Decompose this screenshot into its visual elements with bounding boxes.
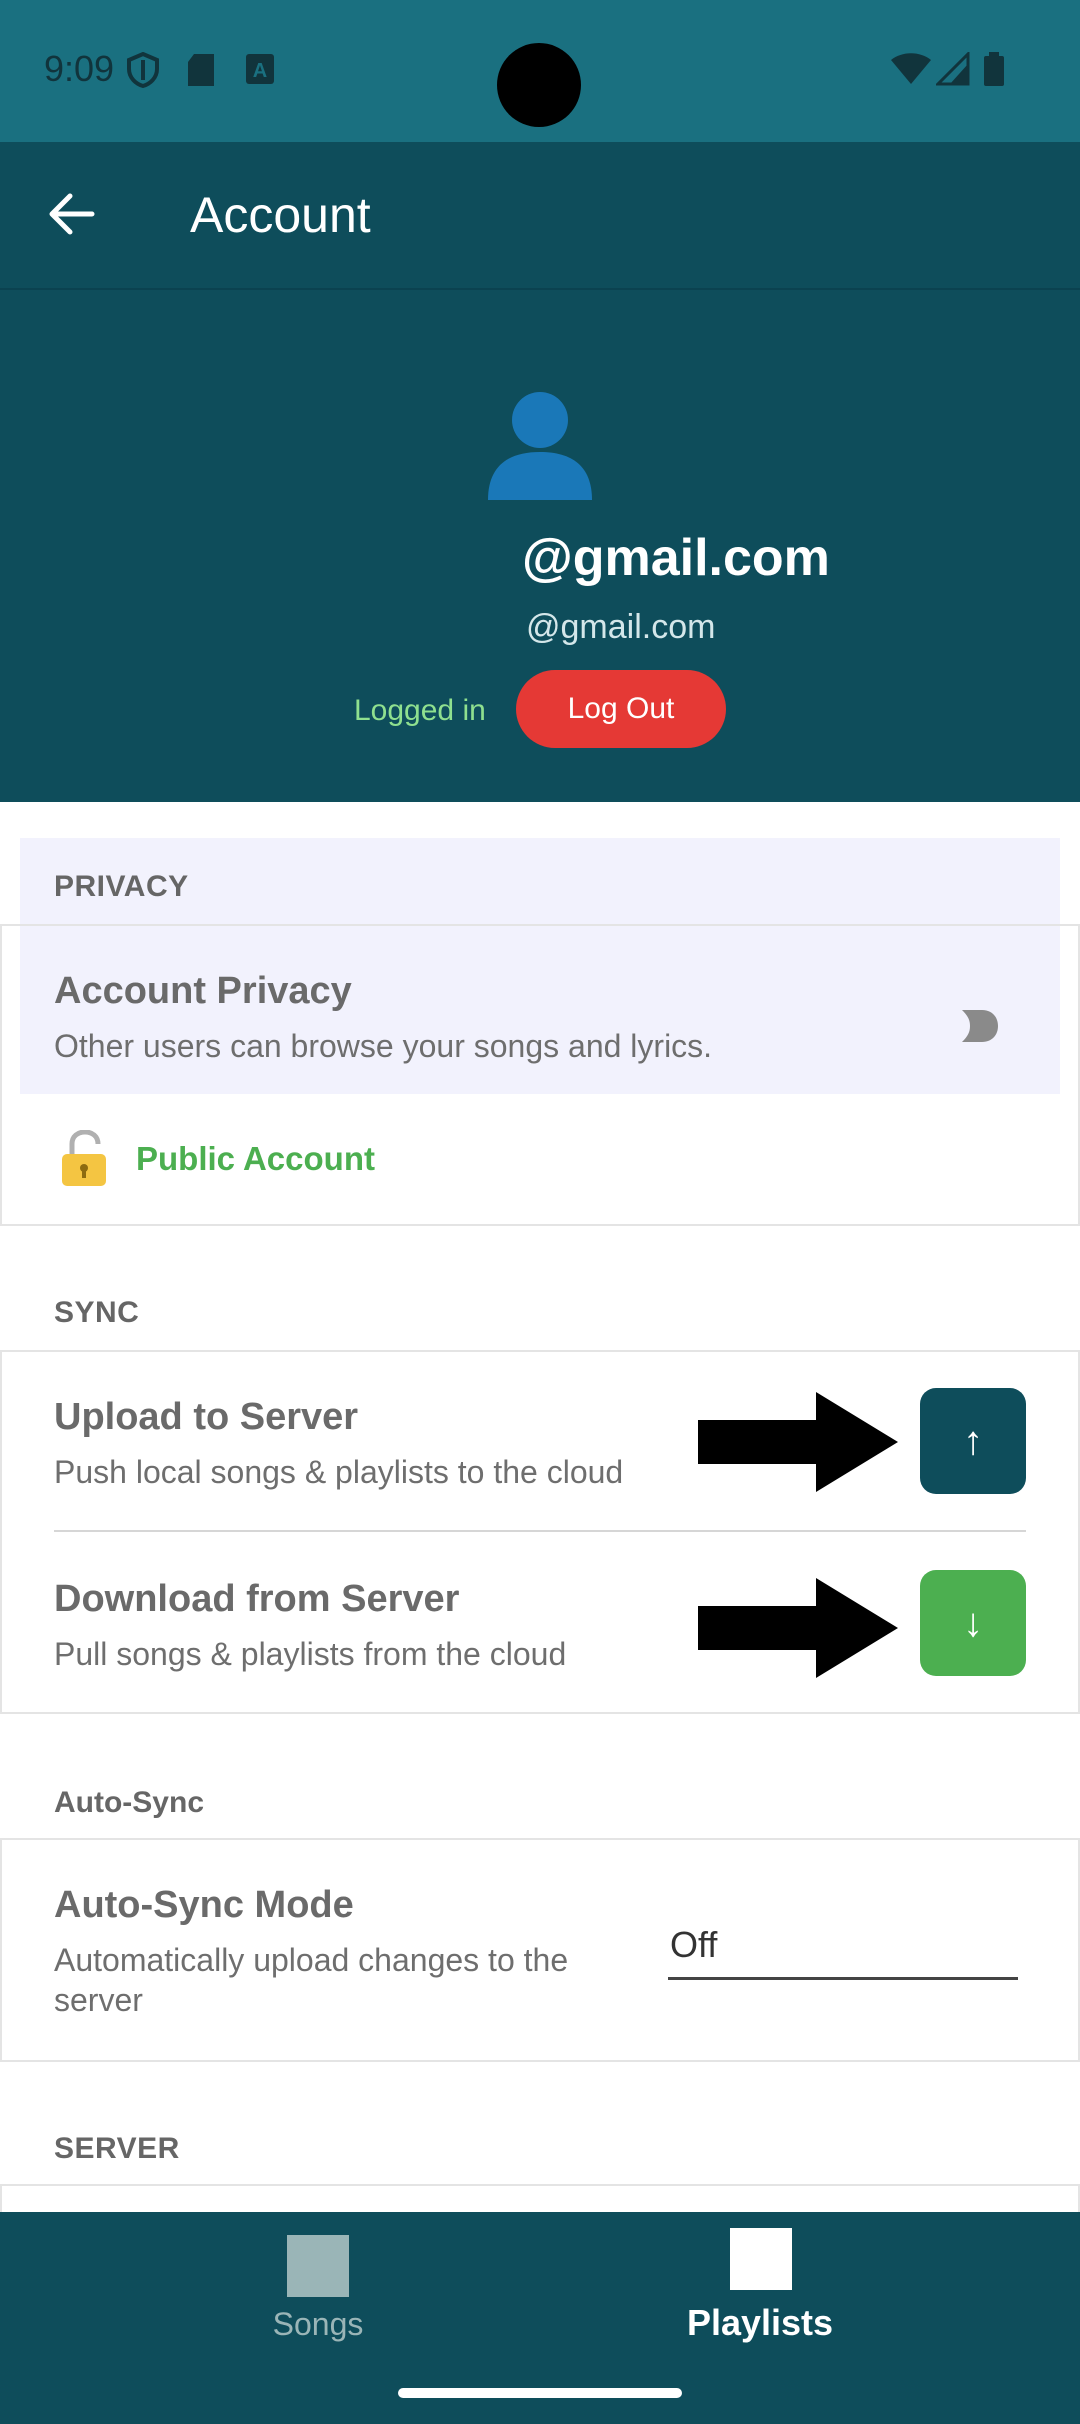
auto-sync-section-header: Auto-Sync [54, 1786, 204, 1819]
svg-text:A: A [253, 60, 267, 82]
auto-sync-title: Auto-Sync Mode [54, 1884, 354, 1926]
profile-name: @gmail.com [522, 529, 830, 587]
wifi-icon [891, 53, 931, 84]
auto-sync-mode-select[interactable]: Off [668, 1920, 1018, 1980]
nav-item-songs[interactable]: Songs [168, 2212, 468, 2392]
nav-label-playlists: Playlists [686, 2302, 834, 2343]
account-privacy-subtitle: Other users can browse your songs and ly… [54, 1028, 713, 1064]
playlists-icon [730, 2228, 792, 2290]
status-time: 9:09 [44, 48, 115, 89]
right-arrow-annotation [698, 1578, 898, 1678]
profile-email: @gmail.com [526, 608, 716, 646]
battery-icon [984, 52, 1004, 86]
sd-card-icon [188, 54, 214, 86]
upload-button[interactable]: ↑ [920, 1388, 1026, 1494]
account-privacy-title: Account Privacy [54, 970, 352, 1012]
app-bar: Account [0, 142, 1080, 290]
home-indicator[interactable] [398, 2388, 682, 2398]
auto-sync-mode-value: Off [670, 1924, 718, 1965]
open-lock-icon [62, 1130, 106, 1186]
arrow-back-icon[interactable] [40, 182, 104, 246]
privacy-toggle[interactable] [960, 1008, 1000, 1044]
shield-icon [127, 52, 159, 88]
cell-signal-icon [936, 52, 970, 86]
privacy-section-header: PRIVACY [54, 870, 189, 903]
front-camera [497, 43, 581, 127]
right-arrow-annotation [698, 1392, 898, 1492]
sync-section-header: SYNC [54, 1296, 140, 1329]
page-title: Account [190, 187, 371, 243]
status-bar: 9:09 A [0, 0, 1080, 142]
auto-sync-subtitle-line1: Automatically upload changes to the [54, 1942, 569, 1978]
server-section-header: SERVER [54, 2132, 180, 2165]
download-subtitle: Pull songs & playlists from the cloud [54, 1636, 567, 1672]
download-button[interactable]: ↓ [920, 1570, 1026, 1676]
songs-icon [287, 2235, 349, 2297]
login-status: Logged in [354, 694, 486, 727]
nav-label-songs: Songs [272, 2306, 364, 2342]
public-account-label: Public Account [136, 1140, 375, 1177]
auto-sync-subtitle-line2: server [54, 1982, 143, 2018]
logout-button[interactable]: Log Out [516, 670, 726, 748]
upload-subtitle: Push local songs & playlists to the clou… [54, 1454, 624, 1490]
profile-header: @gmail.com @gmail.com Logged in Log Out [0, 290, 1080, 802]
person-icon [488, 392, 592, 500]
font-app-icon: A [246, 54, 274, 84]
upload-title: Upload to Server [54, 1396, 359, 1438]
nav-item-playlists[interactable]: Playlists [610, 2212, 910, 2392]
sync-divider [54, 1530, 1026, 1532]
download-title: Download from Server [54, 1578, 460, 1620]
